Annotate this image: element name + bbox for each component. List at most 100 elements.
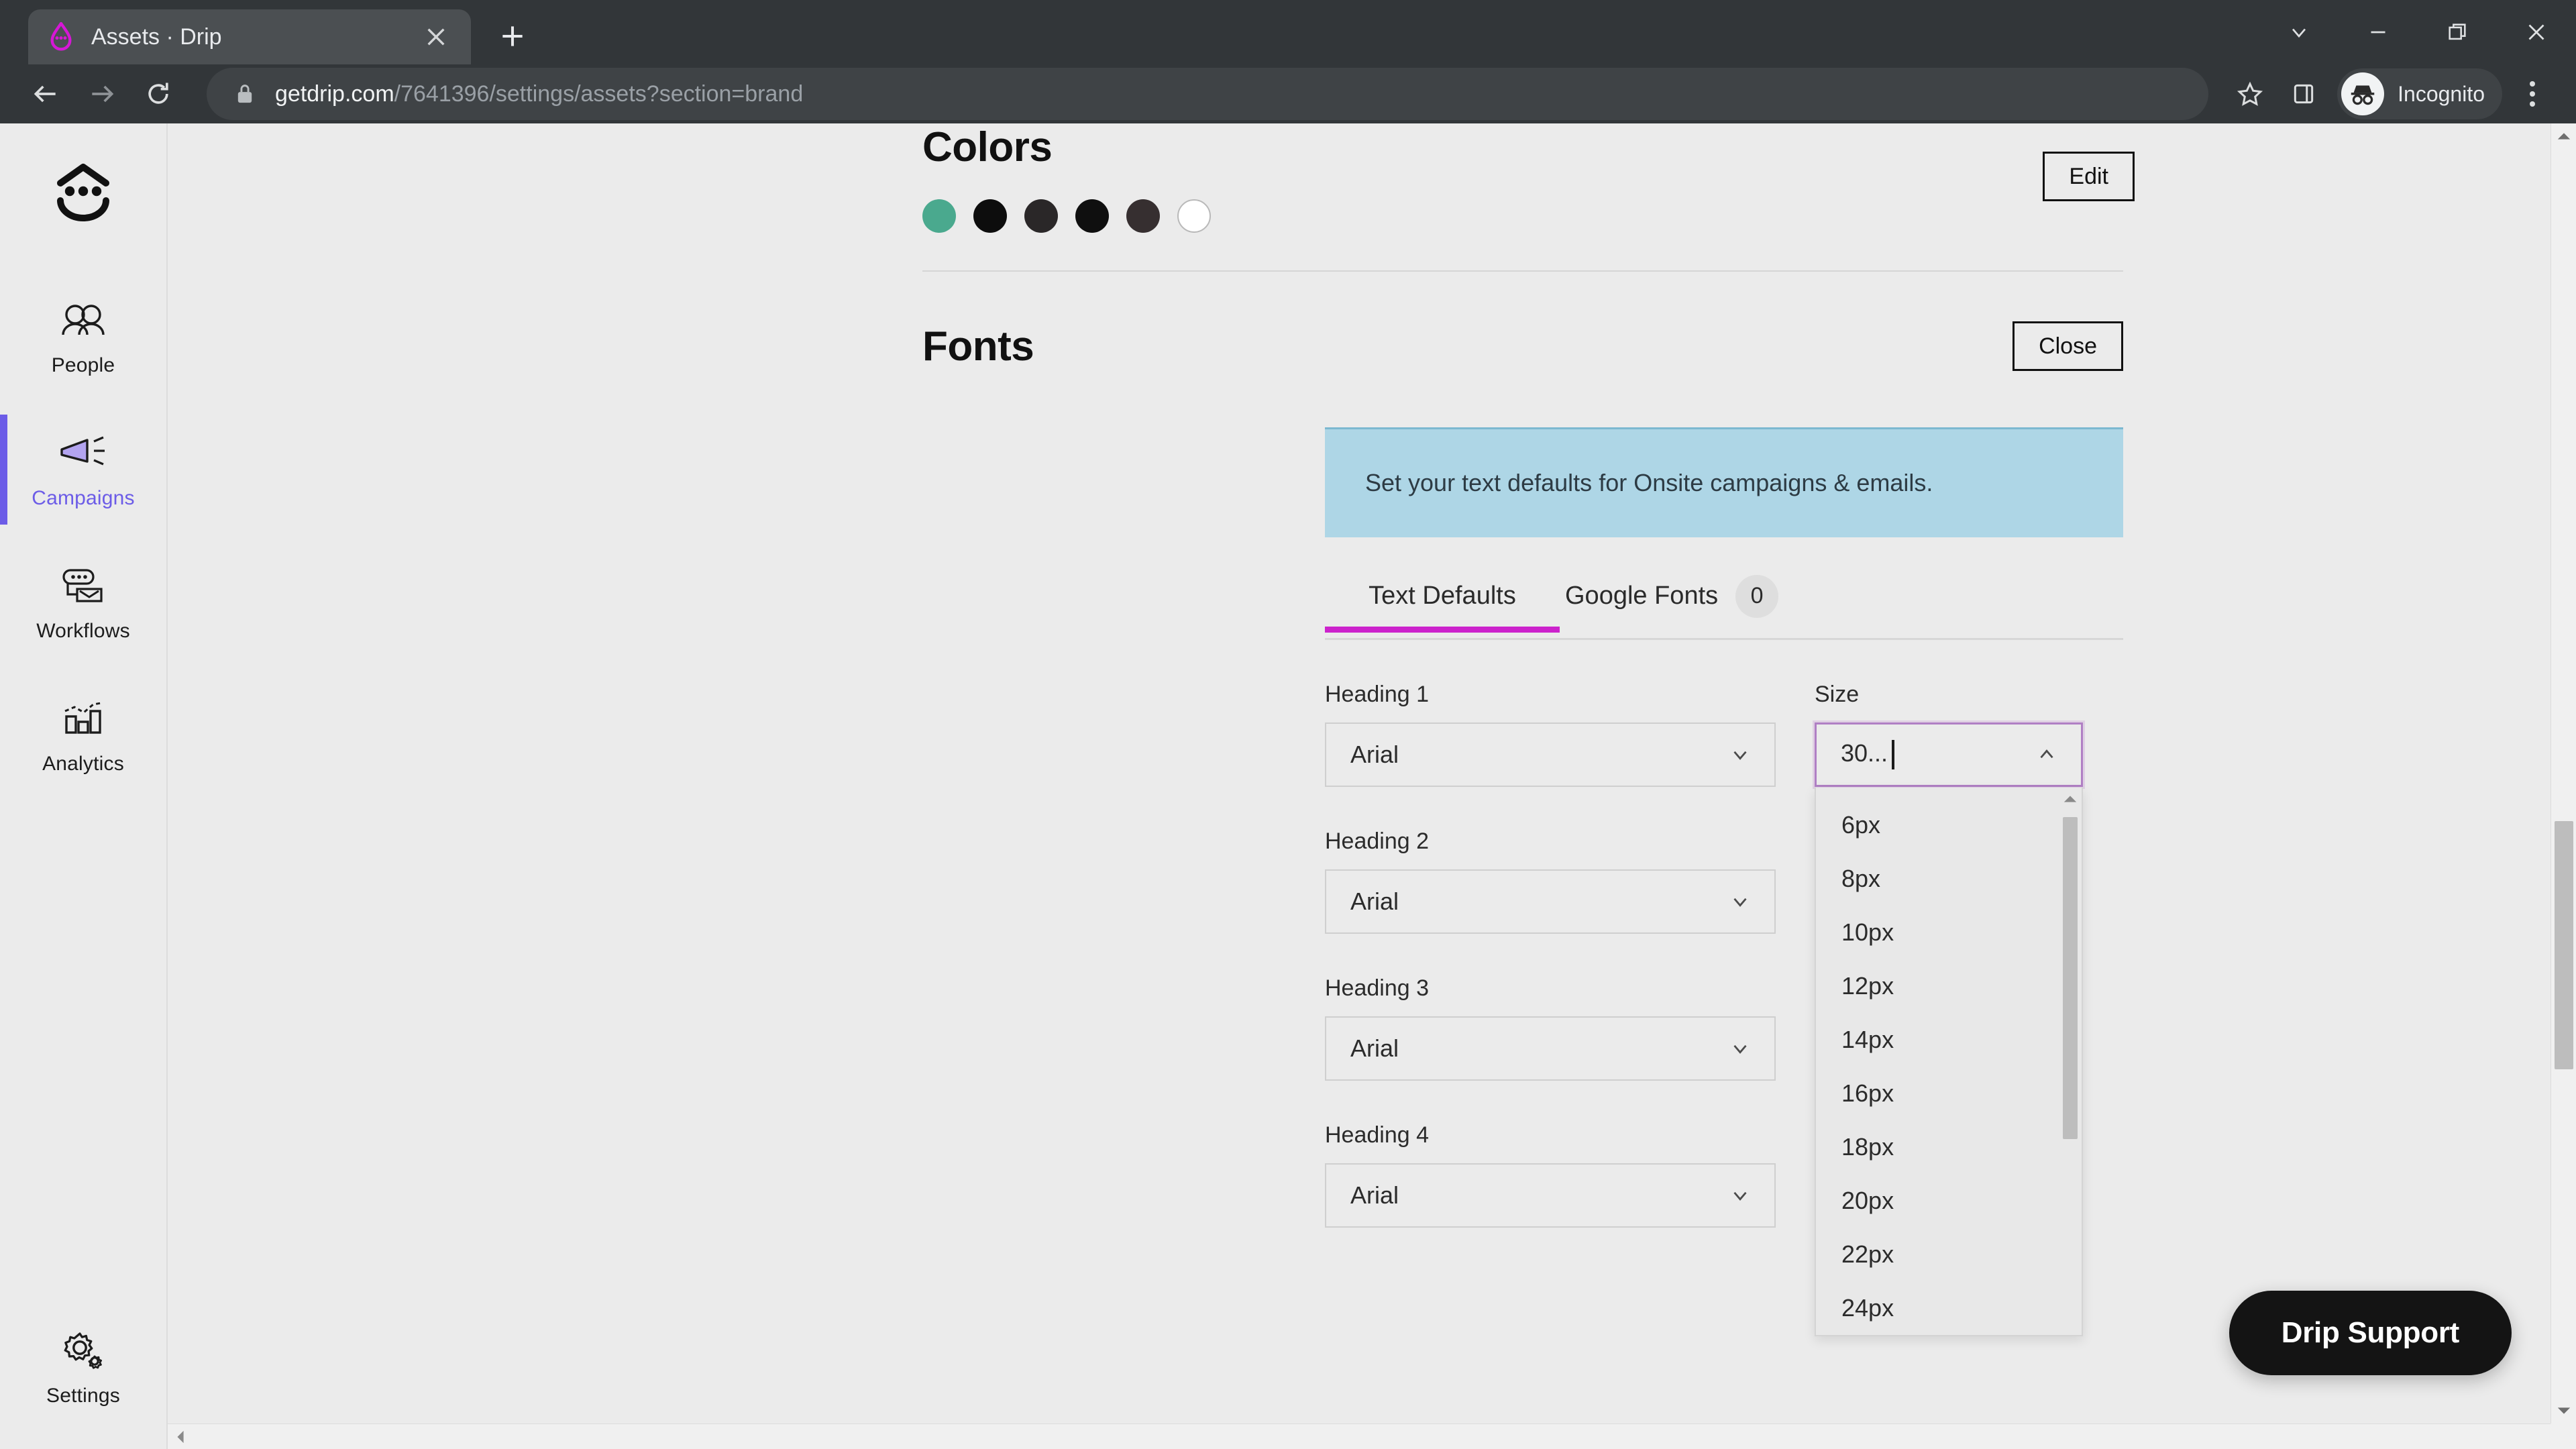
close-fonts-button[interactable]: Close xyxy=(2012,321,2123,371)
close-icon[interactable] xyxy=(419,19,453,54)
size-option[interactable]: 10px xyxy=(1816,906,2082,959)
google-fonts-count-badge: 0 xyxy=(1735,574,1779,618)
size-option[interactable]: 16px xyxy=(1816,1067,2082,1120)
fonts-heading: Fonts xyxy=(922,323,1034,370)
page-viewport: People Campaigns Workflows Analytics Set… xyxy=(0,123,2576,1449)
gear-icon xyxy=(55,1326,111,1375)
chevron-down-icon xyxy=(1729,890,1752,913)
address-bar[interactable]: getdrip.com/7641396/settings/assets?sect… xyxy=(207,68,2209,120)
field-label: Heading 3 xyxy=(1325,975,1430,1001)
scrollbar-corner xyxy=(2551,1424,2576,1449)
color-swatch[interactable] xyxy=(1126,199,1160,233)
dropdown-scroll-thumb[interactable] xyxy=(2063,816,2078,1139)
dropdown-scrollbar[interactable] xyxy=(2060,788,2080,1335)
tab-label: Text Defaults xyxy=(1368,582,1516,610)
sidebar-item-analytics[interactable]: Analytics xyxy=(0,680,167,790)
font-row-heading-1: Heading 1 Arial Size 30... 6px 8px 10px … xyxy=(1325,681,2123,1336)
drip-face-logo-icon[interactable] xyxy=(44,156,123,229)
color-swatch[interactable] xyxy=(1024,199,1058,233)
profile-incognito-pill[interactable]: Incognito xyxy=(2337,68,2502,119)
side-panel-icon[interactable] xyxy=(2277,67,2330,121)
size-option[interactable]: 20px xyxy=(1816,1174,2082,1228)
size-option[interactable]: 6px xyxy=(1816,798,2082,852)
field-label: Heading 2 xyxy=(1325,828,1430,854)
color-swatch[interactable] xyxy=(973,199,1007,233)
size-option[interactable]: 18px xyxy=(1816,1120,2082,1174)
color-swatch[interactable] xyxy=(922,199,956,233)
tab-label: Google Fonts xyxy=(1565,582,1719,610)
sidebar-item-label: Workflows xyxy=(36,620,130,642)
color-swatch-list xyxy=(922,199,2123,233)
scroll-down-arrow-icon[interactable] xyxy=(2551,1398,2576,1424)
drip-support-button[interactable]: Drip Support xyxy=(2229,1291,2512,1375)
sidebar-item-workflows[interactable]: Workflows xyxy=(0,547,167,657)
size-column-label: Size xyxy=(1815,681,1860,707)
tab-text-defaults[interactable]: Text Defaults xyxy=(1325,582,1560,633)
workflow-icon xyxy=(55,561,111,610)
bookmark-star-icon[interactable] xyxy=(2223,67,2277,121)
window-close-icon[interactable] xyxy=(2497,0,2576,64)
url-domain: getdrip.com xyxy=(275,80,394,107)
sidebar-item-people[interactable]: People xyxy=(0,282,167,392)
restore-icon[interactable] xyxy=(2418,0,2497,64)
content-scroll-area: Colors Edit Fonts Close Set your text de… xyxy=(168,123,2551,1424)
vertical-scrollbar[interactable] xyxy=(2551,123,2576,1424)
reload-icon[interactable] xyxy=(130,66,186,122)
section-divider xyxy=(922,270,2123,272)
sidebar-item-settings[interactable]: Settings xyxy=(0,1312,167,1422)
select-value: Arial xyxy=(1350,887,1399,915)
app-sidebar: People Campaigns Workflows Analytics Set… xyxy=(0,123,168,1449)
profile-label: Incognito xyxy=(2398,81,2485,106)
back-arrow-icon[interactable] xyxy=(17,66,74,122)
chevron-down-icon xyxy=(1729,1184,1752,1207)
chevron-up-icon[interactable] xyxy=(2035,743,2058,766)
chevron-down-icon xyxy=(1729,743,1752,766)
size-option[interactable]: 22px xyxy=(1816,1228,2082,1281)
size-option[interactable]: 12px xyxy=(1816,959,2082,1013)
url-text: getdrip.com/7641396/settings/assets?sect… xyxy=(275,81,803,107)
select-value: Arial xyxy=(1350,740,1399,768)
horizontal-scrollbar[interactable] xyxy=(168,1424,2551,1449)
new-tab-button[interactable] xyxy=(488,12,537,60)
scroll-up-arrow-icon[interactable] xyxy=(2551,123,2576,149)
sidebar-item-campaigns[interactable]: Campaigns xyxy=(0,415,167,525)
size-input[interactable]: 30... xyxy=(1815,722,2083,787)
edit-colors-button[interactable]: Edit xyxy=(2043,152,2135,201)
size-dropdown[interactable]: 6px 8px 10px 12px 14px 16px 18px 20px 22px 24px xyxy=(1815,787,2083,1336)
size-option[interactable]: 8px xyxy=(1816,852,2082,906)
three-dot-menu-icon[interactable] xyxy=(2506,67,2559,121)
sidebar-item-label: People xyxy=(51,354,115,376)
heading-3-font-select[interactable]: Arial xyxy=(1325,1016,1776,1081)
heading-2-font-select[interactable]: Arial xyxy=(1325,869,1776,934)
scroll-up-arrow-icon[interactable] xyxy=(2060,789,2080,809)
heading-1-font-field: Heading 1 Arial xyxy=(1325,682,1776,787)
size-option-list: 6px 8px 10px 12px 14px 16px 18px 20px 22px 24px xyxy=(1816,788,2082,1335)
color-swatch[interactable] xyxy=(1177,199,1211,233)
text-cursor xyxy=(1892,740,1895,770)
heading-1-font-select[interactable]: Arial xyxy=(1325,722,1776,787)
heading-2-font-field: Heading 2 Arial xyxy=(1325,828,1776,934)
heading-4-font-select[interactable]: Arial xyxy=(1325,1163,1776,1228)
people-icon xyxy=(55,295,111,345)
tab-google-fonts[interactable]: Google Fonts 0 xyxy=(1565,574,1779,638)
colors-heading: Colors xyxy=(922,124,1053,170)
lock-icon xyxy=(229,78,260,109)
color-swatch[interactable] xyxy=(1075,199,1109,233)
main-content: Colors Edit Fonts Close Set your text de… xyxy=(168,123,2576,1449)
select-value: Arial xyxy=(1350,1181,1399,1209)
fonts-inner: Set your text defaults for Onsite campai… xyxy=(1124,427,2123,1336)
size-option[interactable]: 14px xyxy=(1816,1013,2082,1067)
size-option[interactable]: 24px xyxy=(1816,1281,2082,1335)
sidebar-item-label: Analytics xyxy=(42,753,124,775)
tab-search-chevron-icon[interactable] xyxy=(2259,0,2339,64)
heading-4-font-field: Heading 4 Arial xyxy=(1325,1122,1776,1228)
scroll-left-arrow-icon[interactable] xyxy=(168,1424,193,1449)
forward-arrow-icon[interactable] xyxy=(74,66,130,122)
sidebar-item-label: Campaigns xyxy=(32,487,135,509)
browser-window: Assets · Drip getdrip.com/7641396/settin… xyxy=(0,0,2576,1449)
browser-tab-title: Assets · Drip xyxy=(91,23,222,50)
browser-tab[interactable]: Assets · Drip xyxy=(28,9,471,64)
vertical-scroll-thumb[interactable] xyxy=(2555,821,2573,1069)
sidebar-item-label: Settings xyxy=(46,1385,120,1407)
minimize-icon[interactable] xyxy=(2339,0,2418,64)
